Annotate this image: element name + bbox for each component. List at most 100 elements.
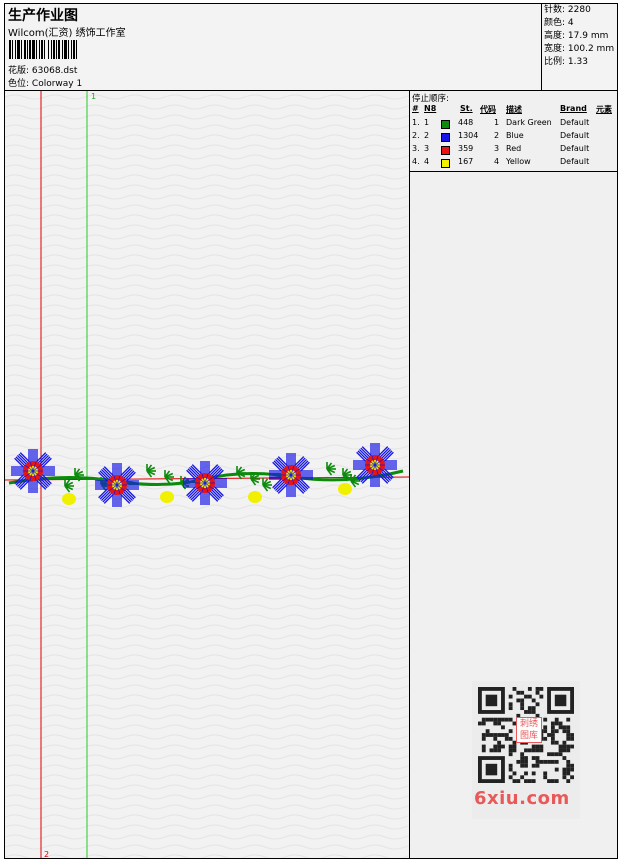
qr-module [539, 744, 544, 749]
qr-module [566, 767, 571, 772]
qr-module [554, 752, 559, 757]
row-stitch-count: 1304 [458, 131, 479, 140]
qr-module [531, 756, 536, 760]
qr-module [481, 733, 486, 737]
green-guide-label: 1 [91, 92, 96, 101]
stat-width: 宽度: 100.2 mm [544, 44, 615, 54]
qr-module [558, 748, 563, 753]
qr-module [520, 690, 525, 695]
qr-module [566, 759, 571, 764]
qr-module [554, 717, 559, 722]
color-swatch [441, 120, 450, 129]
stat-height: 高度: 17.9 mm [544, 31, 609, 41]
row-index: 4. [412, 157, 420, 166]
qr-module [512, 779, 517, 783]
right-panel: 停止顺序: # N8 St. 代码 描述 Brand 元素 1. 1 448 1 Dar… [410, 91, 617, 858]
table-row[interactable]: 3. 3 359 3 Red Default [410, 144, 617, 157]
qr-module [512, 744, 517, 749]
qr-module [550, 740, 555, 745]
qr-module [508, 702, 513, 707]
table-header: # N8 St. 代码 描述 Brand 元素 [410, 104, 617, 116]
qr-module [570, 775, 574, 780]
qr-module [562, 744, 567, 749]
qr-module [550, 752, 555, 757]
qr-module [497, 744, 502, 749]
red-guide-label: 2 [44, 850, 49, 858]
design-stats: 针数: 2280 颜色: 4 高度: 17.9 mm 宽度: 100.2 mm … [541, 4, 618, 90]
qr-module [520, 706, 525, 711]
qr-module [543, 775, 548, 780]
qr-module [539, 759, 544, 764]
qr-module [535, 690, 540, 695]
qr-module [524, 771, 528, 776]
colorway-line: 色位: Colorway 1 [8, 76, 82, 89]
qr-module [558, 721, 563, 726]
colorway-name: Colorway 1 [31, 79, 83, 89]
table-row[interactable]: 2. 2 1304 2 Blue Default [410, 131, 617, 144]
row-brand: Default [560, 131, 590, 140]
row-description: Dark Green [506, 118, 552, 127]
qr-module [562, 767, 567, 772]
qr-module [554, 729, 559, 734]
col-stitches: St. [460, 104, 473, 113]
qr-module [554, 721, 559, 726]
qr-module [516, 779, 521, 783]
qr-module [558, 725, 563, 730]
qr-module [547, 779, 551, 783]
qr-module [485, 729, 490, 734]
qr-finder-core [485, 694, 498, 707]
design-preview: 1 2 [5, 91, 410, 858]
qr-module [554, 759, 559, 764]
qr-module [550, 779, 555, 783]
qr-module [566, 729, 571, 734]
qr-module [478, 721, 482, 726]
col-no: N8 [424, 104, 437, 113]
table-row[interactable]: 4. 4 167 4 Yellow Default [410, 157, 617, 170]
qr-module [481, 717, 486, 722]
qr-module [508, 763, 513, 768]
qr-module [508, 748, 513, 753]
qr-module [562, 748, 567, 753]
qr-module [493, 744, 498, 749]
row-code: 2 [494, 131, 500, 140]
qr-module [562, 725, 567, 730]
barcode-bar [77, 40, 80, 59]
row-brand: Default [560, 118, 590, 127]
yellow-bud [338, 483, 352, 495]
qr-module [535, 744, 540, 749]
row-brand: Default [560, 157, 590, 166]
qr-module [493, 748, 498, 753]
qr-module [562, 771, 567, 776]
qr-module [520, 702, 525, 707]
row-number: 1 [424, 118, 430, 127]
qr-module [554, 767, 559, 772]
row-stitch-count: 448 [458, 118, 474, 127]
qr-module [520, 756, 525, 760]
qr-module [562, 740, 567, 745]
qr-module [562, 729, 567, 734]
qr-module [524, 759, 528, 764]
yellow-bud [62, 493, 76, 505]
qr-module [566, 717, 571, 722]
qr-module [524, 756, 528, 760]
design-file-label: 花版: [8, 66, 30, 76]
qr-module [570, 763, 574, 768]
qr-stamp: 刺绣图库 [516, 717, 542, 743]
stat-stitches: 针数: 2280 [544, 5, 591, 15]
qr-module [570, 744, 574, 749]
qr-module [527, 706, 532, 711]
qr-module [508, 775, 513, 780]
qr-finder-core [485, 763, 498, 776]
row-code: 3 [494, 144, 500, 153]
qr-module [550, 759, 555, 764]
qr-module [524, 694, 528, 699]
qr-module [489, 748, 494, 753]
qr-module [508, 729, 513, 734]
qr-module [527, 694, 532, 699]
table-row[interactable]: 1. 1 448 1 Dark Green Default [410, 118, 617, 131]
qr-module [481, 748, 486, 753]
qr-module [539, 687, 544, 691]
qr-module [535, 687, 540, 691]
qr-module [547, 752, 551, 757]
qr-module [520, 775, 525, 780]
